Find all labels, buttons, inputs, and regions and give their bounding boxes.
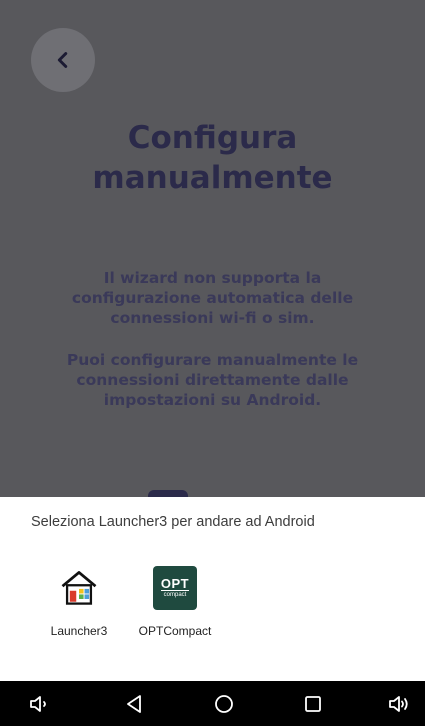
system-navigation-bar (0, 681, 425, 726)
app-label-launcher3: Launcher3 (50, 624, 108, 638)
chooser-title: Seleziona Launcher3 per andare ad Androi… (31, 514, 315, 530)
back-button[interactable] (31, 28, 95, 92)
app-option-optcompact[interactable]: OPT compact OPTCompact (130, 564, 220, 638)
info-paragraph-wizard: Il wizard non supporta la configurazione… (71, 269, 354, 327)
volume-up-icon[interactable] (387, 692, 411, 716)
opt-icon-subtext: compact (163, 592, 187, 598)
chevron-left-icon (57, 52, 68, 68)
house-icon (55, 564, 103, 612)
info-paragraph-manual: Puoi configurare manualmente le connessi… (66, 351, 359, 409)
app-label-optcompact: OPTCompact (138, 624, 212, 638)
back-triangle-icon[interactable] (122, 692, 146, 716)
home-circle-icon[interactable] (212, 692, 236, 716)
opt-compact-icon: OPT compact (151, 564, 199, 612)
page-title-line1: Configura (127, 120, 298, 156)
opt-icon-text: OPT (160, 576, 190, 591)
page-title-line2: manualmente (92, 160, 333, 196)
recents-square-icon[interactable] (301, 692, 325, 716)
volume-down-icon[interactable] (28, 692, 52, 716)
app-chooser-sheet: Seleziona Launcher3 per andare ad Androi… (0, 497, 425, 681)
app-option-launcher3[interactable]: Launcher3 (34, 564, 124, 638)
page-title: Configura manualmente (0, 118, 425, 198)
